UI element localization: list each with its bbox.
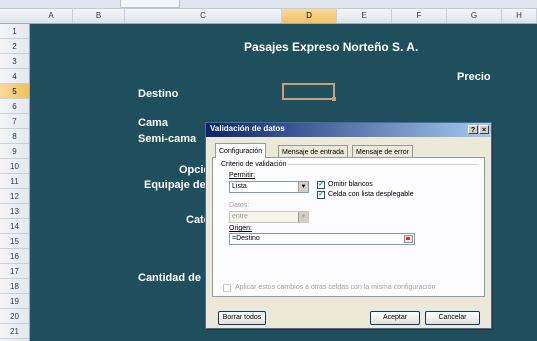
row-header[interactable]: 4 (0, 69, 29, 84)
chevron-down-icon: ▼ (298, 212, 308, 222)
row-header-selected[interactable]: 5 (0, 84, 29, 99)
borrar-todos-button[interactable]: Borrar todos (218, 311, 266, 325)
column-headers: A B C D E F G H (0, 9, 537, 24)
ribbon-strip (0, 0, 537, 9)
row-header[interactable]: 16 (0, 249, 29, 264)
origen-label: Origen: (229, 225, 252, 232)
aplicar-checkbox[interactable] (223, 284, 231, 292)
column-header-f[interactable]: F (392, 9, 447, 23)
dialog-title: Validación de datos (210, 124, 285, 133)
cell-semicama[interactable]: Semi-cama (138, 133, 196, 145)
row-header[interactable]: 7 (0, 114, 29, 129)
column-header-b[interactable]: B (73, 9, 125, 23)
column-header-e[interactable]: E (337, 9, 392, 23)
cell-cama[interactable]: Cama (138, 117, 168, 129)
criteria-group-label: Criterio de validación (221, 161, 289, 168)
omitir-blancos-label[interactable]: Omitir blancos (328, 181, 373, 188)
aplicar-label: Aplicar estos cambios a otras celdas con… (235, 284, 436, 291)
column-header-a[interactable]: A (30, 9, 73, 23)
cancelar-button[interactable]: Cancelar (425, 311, 480, 325)
row-header[interactable]: 19 (0, 294, 29, 309)
tab-panel-configuracion: Criterio de validación Permitir: Lista ▼… (212, 157, 485, 297)
row-headers: 1 2 3 4 5 6 7 8 9 10 11 12 13 14 15 16 1… (0, 24, 30, 341)
row-header[interactable]: 12 (0, 189, 29, 204)
row-header[interactable]: 13 (0, 204, 29, 219)
chevron-down-icon[interactable]: ▼ (298, 182, 308, 192)
celda-lista-label[interactable]: Celda con lista desplegable (328, 191, 414, 198)
dialog-titlebar[interactable]: Validación de datos ? × (206, 123, 491, 137)
help-button[interactable]: ? (468, 125, 478, 134)
column-header-d[interactable]: D (282, 9, 337, 23)
row-header[interactable]: 15 (0, 234, 29, 249)
sheet-title[interactable]: Pasajes Expreso Norteño S. A. (244, 40, 418, 54)
ribbon-tab-fragment[interactable] (120, 0, 180, 8)
row-header[interactable]: 8 (0, 129, 29, 144)
row-header[interactable]: 14 (0, 219, 29, 234)
row-header[interactable]: 6 (0, 99, 29, 114)
datos-dropdown: entre ▼ (229, 211, 309, 223)
aceptar-button[interactable]: Aceptar (370, 311, 420, 325)
close-button[interactable]: × (479, 125, 489, 134)
cell-cantidad[interactable]: Cantidad de (138, 272, 201, 284)
fill-handle[interactable] (332, 97, 336, 101)
row-header[interactable]: 18 (0, 279, 29, 294)
column-header-h[interactable]: H (502, 9, 537, 23)
active-cell-d5[interactable] (282, 83, 336, 101)
range-selector-icon[interactable] (404, 235, 413, 243)
row-header[interactable]: 1 (0, 24, 29, 39)
permitir-dropdown[interactable]: Lista ▼ (229, 181, 309, 193)
origen-value: =Destino (232, 235, 260, 242)
cell-destino[interactable]: Destino (138, 88, 178, 100)
row-header[interactable]: 10 (0, 159, 29, 174)
row-header[interactable]: 9 (0, 144, 29, 159)
row-header[interactable]: 17 (0, 264, 29, 279)
cell-precio[interactable]: Precio (457, 71, 491, 83)
row-header[interactable]: 21 (0, 324, 29, 339)
datos-value: entre (232, 213, 248, 220)
row-header[interactable]: 2 (0, 39, 29, 54)
tab-configuracion[interactable]: Configuración (215, 143, 267, 158)
column-header-c[interactable]: C (125, 9, 282, 23)
permitir-label: Permitir: (229, 172, 256, 179)
celda-lista-checkbox[interactable]: ✓ (317, 191, 325, 199)
origen-input[interactable]: =Destino (229, 233, 415, 245)
permitir-value: Lista (232, 183, 247, 190)
cell-equipaje[interactable]: Equipaje de (144, 179, 206, 191)
data-validation-dialog: Validación de datos ? × Configuración Me… (205, 122, 492, 329)
column-header-g[interactable]: G (447, 9, 502, 23)
row-header[interactable]: 11 (0, 174, 29, 189)
row-header[interactable]: 3 (0, 54, 29, 69)
row-header[interactable]: 20 (0, 309, 29, 324)
datos-label: Datos: (229, 202, 250, 209)
omitir-blancos-checkbox[interactable]: ✓ (317, 181, 325, 189)
